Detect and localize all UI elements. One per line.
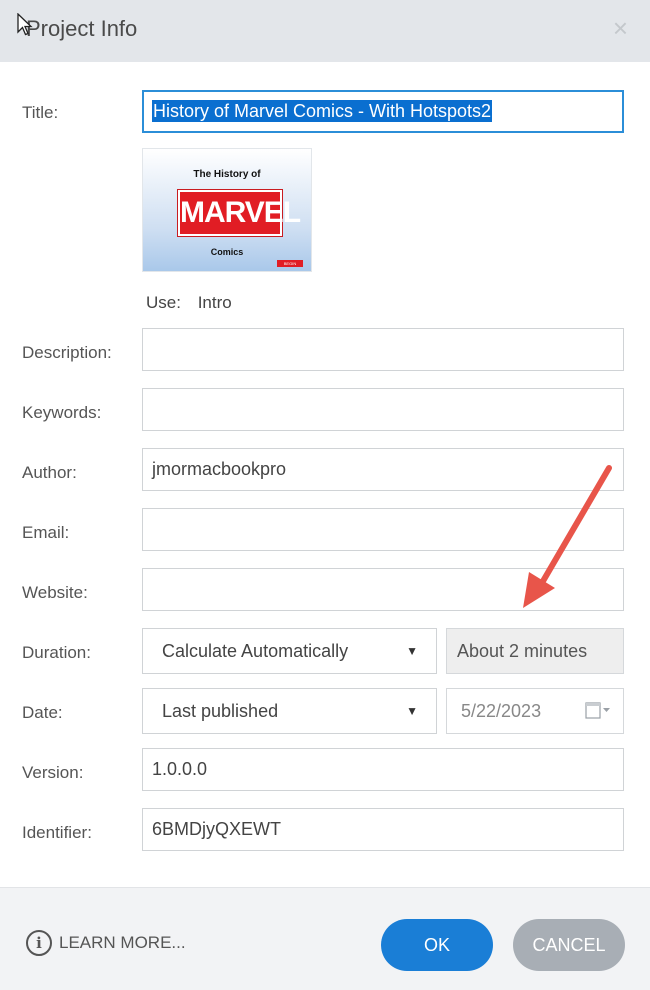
title-field[interactable]: History of Marvel Comics - With Hotspots… [142,90,624,133]
identifier-field[interactable]: 6BMDjyQXEWT [142,808,624,851]
dialog-footer: i LEARN MORE... OK CANCEL [0,887,650,990]
date-label: Date: [22,703,63,722]
author-label: Author: [22,463,77,482]
dialog-title: Project Info [26,16,138,41]
description-label: Description: [22,343,112,362]
email-label: Email: [22,523,70,542]
description-field[interactable] [142,328,624,371]
version-field[interactable]: 1.0.0.0 [142,748,624,791]
version-label: Version: [22,763,84,782]
learn-more-link[interactable]: i LEARN MORE... [26,930,186,956]
duration-select[interactable]: Calculate Automatically ▼ [142,628,437,674]
duration-computed: About 2 minutes [446,628,624,674]
learn-more-label: LEARN MORE... [59,933,186,952]
date-selected-value: Last published [162,701,279,721]
marvel-logo: MARVEL [178,190,301,236]
ok-button[interactable]: OK [381,919,493,971]
thumbnail-use-row: Use: Intro [146,293,232,313]
date-value: 5/22/2023 [461,701,542,721]
keywords-label: Keywords: [22,403,102,422]
title-label: Title: [22,103,59,122]
thumbnail-begin-badge: BEGIN [277,260,303,267]
pointer-cursor-icon [17,13,33,36]
use-label: Use: [146,293,181,312]
project-thumbnail[interactable]: The History of MARVEL Comics BEGIN [142,148,312,272]
info-icon: i [26,930,52,956]
use-value[interactable]: Intro [198,293,232,312]
cancel-button[interactable]: CANCEL [513,919,625,971]
duration-selected-value: Calculate Automatically [162,641,349,661]
date-picker[interactable]: 5/22/2023 [446,688,624,734]
chevron-down-icon: ▼ [406,704,418,718]
thumbnail-line2: Comics [210,247,244,257]
dialog-titlebar: Project Info × [0,0,650,62]
keywords-field[interactable] [142,388,624,431]
annotation-arrow-icon [523,465,612,608]
thumbnail-line1: The History of [193,169,261,180]
chevron-down-icon: ▼ [406,644,418,658]
title-value: History of Marvel Comics - With Hotspots… [152,100,493,122]
website-label: Website: [22,583,88,602]
duration-label: Duration: [22,643,91,662]
calendar-icon[interactable] [585,702,611,720]
close-icon[interactable]: × [613,14,628,42]
identifier-label: Identifier: [22,823,92,842]
date-select[interactable]: Last published ▼ [142,688,437,734]
